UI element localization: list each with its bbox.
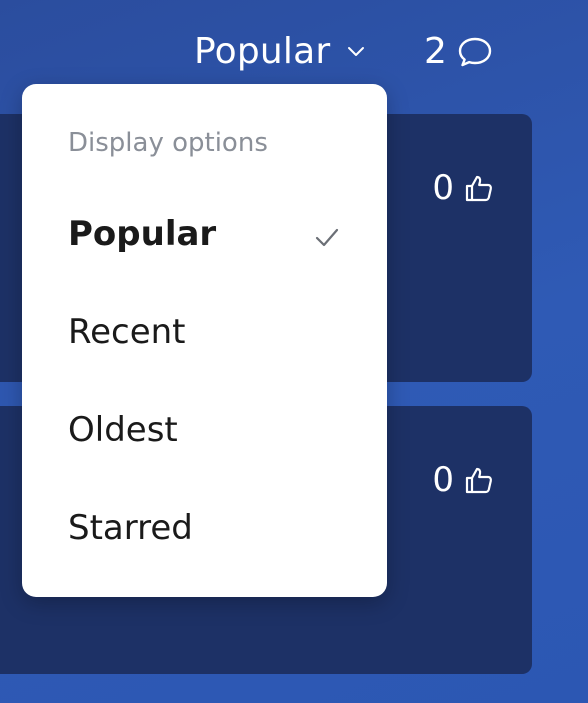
like-button[interactable]: 0	[432, 458, 494, 502]
menu-item-popular[interactable]: Popular	[68, 204, 341, 264]
thumbs-up-icon	[464, 173, 494, 203]
menu-item-label: Oldest	[68, 410, 178, 450]
chevron-down-icon	[346, 42, 366, 62]
menu-item-oldest[interactable]: Oldest	[68, 400, 341, 460]
menu-header: Display options	[68, 128, 268, 158]
speech-bubble-icon	[457, 34, 493, 70]
menu-item-label: Recent	[68, 312, 186, 352]
comments-button[interactable]: 2	[424, 26, 493, 78]
menu-item-label: Popular	[68, 214, 217, 254]
checkmark-icon	[313, 220, 341, 248]
likes-count: 0	[432, 460, 454, 500]
thumbs-up-icon	[464, 465, 494, 495]
display-options-menu: Display options Popular Recent Oldest St…	[22, 84, 387, 597]
like-button[interactable]: 0	[432, 166, 494, 210]
likes-count: 0	[432, 168, 454, 208]
sort-label: Popular	[194, 31, 331, 72]
comments-count: 2	[424, 31, 447, 72]
sort-dropdown-toggle[interactable]: Popular	[194, 26, 366, 78]
menu-item-starred[interactable]: Starred	[68, 498, 341, 558]
menu-item-label: Starred	[68, 508, 193, 548]
menu-item-recent[interactable]: Recent	[68, 302, 341, 362]
